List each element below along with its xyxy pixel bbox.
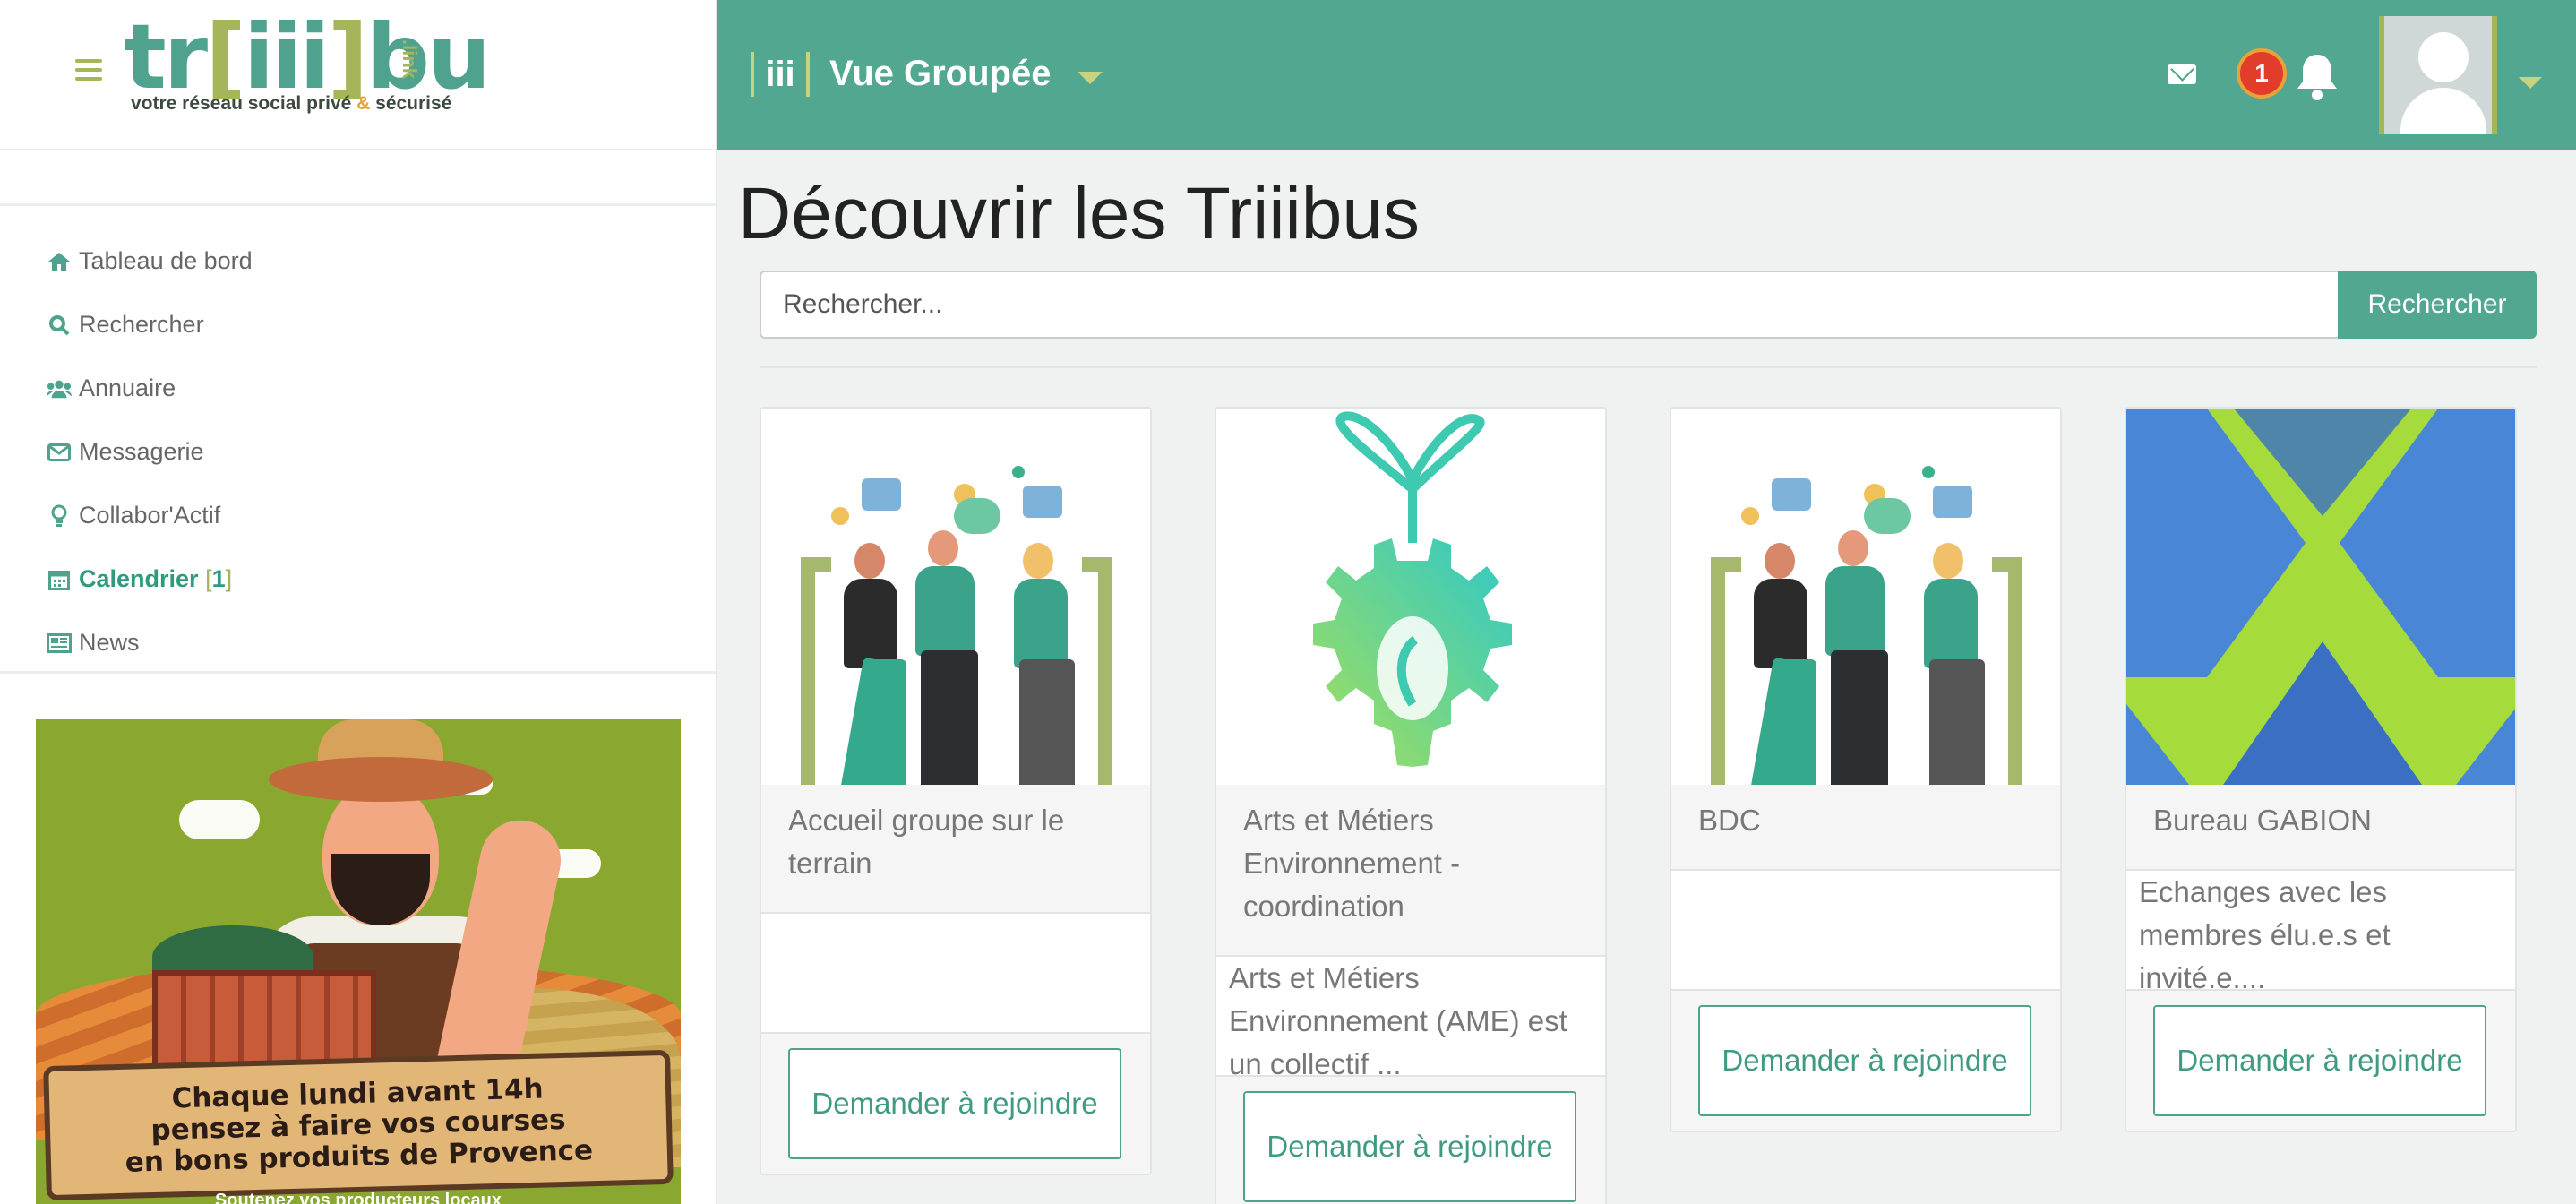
sidebar-item-messagerie[interactable]: Messagerie [0, 420, 716, 484]
sidebar-nav: Tableau de bord Rechercher Annuaire Mess… [0, 206, 716, 674]
search-input[interactable] [760, 271, 2338, 339]
card-description [1671, 871, 2060, 991]
sidebar-item-collaboractif[interactable]: Collabor'Actif [0, 484, 716, 547]
chevron-down-icon[interactable] [2519, 77, 2542, 89]
envelope-icon [47, 440, 72, 465]
group-card[interactable]: BDC Demander à rejoindre [1670, 407, 2062, 1132]
search-button[interactable]: Rechercher [2338, 271, 2537, 339]
sidebar-item-calendrier[interactable]: Calendrier [1] [0, 547, 716, 611]
card-description: Arts et Métiers Environnement (AME) est … [1216, 957, 1605, 1080]
calendar-count: 1 [211, 565, 226, 592]
ad-sign: Chaque lundi avant 14h pensez à faire vo… [43, 1049, 674, 1201]
sidebar-item-rechercher[interactable]: Rechercher [0, 293, 716, 357]
newspaper-icon [47, 631, 72, 656]
sidebar-item-label: News [79, 629, 140, 656]
card-footer: Demander à rejoindre [1216, 1077, 1605, 1204]
home-icon [47, 249, 72, 274]
advertisement-banner[interactable]: Chaque lundi avant 14h pensez à faire vo… [36, 719, 681, 1204]
group-view-selector[interactable]: Vue Groupée [829, 54, 1051, 94]
top-bar: iii Vue Groupée 1 [717, 0, 2576, 150]
logo-suffix: .link [399, 39, 421, 80]
calendar-bracket-close: ] [225, 565, 233, 592]
sprout-gear-logo [1216, 408, 1605, 785]
mail-icon[interactable] [2168, 64, 2196, 84]
sidebar-item-label: Rechercher [79, 311, 204, 338]
search-icon [47, 313, 72, 338]
chevron-down-icon[interactable] [1078, 72, 1103, 84]
group-card[interactable]: Bureau GABION Echanges avec les membres … [2125, 407, 2517, 1132]
cloud-decoration [179, 800, 260, 839]
farmer-hat-brim [269, 757, 493, 802]
logo[interactable]: tr[iii]bu [124, 13, 491, 102]
join-request-button[interactable]: Demander à rejoindre [2153, 1005, 2486, 1116]
notification-badge[interactable]: 1 [2237, 48, 2287, 99]
card-description: Echanges avec les membres élu.e.s et inv… [2126, 871, 2515, 994]
card-footer: Demander à rejoindre [761, 1034, 1150, 1174]
sidebar-item-label: Calendrier [79, 565, 199, 592]
card-description [761, 914, 1150, 1034]
group-card[interactable]: Accueil groupe sur le terrain Demander à… [760, 407, 1152, 1175]
sidebar-spacer [0, 150, 716, 206]
card-title[interactable]: Accueil groupe sur le terrain [761, 785, 1150, 914]
logo-tagline: votre réseau social privé & sécurisé [131, 93, 452, 114]
group-icon: iii [751, 52, 810, 97]
card-title[interactable]: BDC [1671, 785, 2060, 871]
team-illustration [1671, 408, 2060, 785]
team-illustration [761, 408, 1150, 785]
lightbulb-icon [47, 503, 72, 529]
bell-icon[interactable] [2297, 52, 2338, 100]
sidebar-item-label: Collabor'Actif [79, 502, 221, 529]
sidebar-item-label: Messagerie [79, 438, 204, 465]
logo-area: tr[iii]bu .link votre réseau social priv… [0, 0, 716, 150]
sidebar: tr[iii]bu .link votre réseau social priv… [0, 0, 717, 1204]
sidebar-item-news[interactable]: News [0, 611, 716, 675]
card-footer: Demander à rejoindre [1671, 991, 2060, 1131]
ad-footer-text: Soutenez vos producteurs locaux [214, 1191, 502, 1204]
join-request-button[interactable]: Demander à rejoindre [1698, 1005, 2031, 1116]
hamburger-menu-icon[interactable] [75, 59, 102, 81]
sidebar-item-label: Annuaire [79, 374, 176, 401]
card-footer: Demander à rejoindre [2126, 991, 2515, 1131]
join-request-button[interactable]: Demander à rejoindre [788, 1048, 1121, 1159]
sidebar-item-label: Tableau de bord [79, 247, 253, 274]
card-title[interactable]: Arts et Métiers Environnement - coordina… [1216, 785, 1605, 957]
page-title: Découvrir les Triiibus [738, 173, 1420, 254]
card-title[interactable]: Bureau GABION [2126, 785, 2515, 871]
users-icon [47, 376, 72, 401]
calendar-bracket-open: [ [205, 565, 212, 592]
sidebar-item-annuaire[interactable]: Annuaire [0, 357, 716, 420]
gabion-logo [2126, 408, 2515, 785]
avatar[interactable] [2379, 16, 2497, 134]
divider [760, 366, 2537, 368]
group-card[interactable]: Arts et Métiers Environnement - coordina… [1215, 407, 1607, 1204]
sidebar-item-tableau-de-bord[interactable]: Tableau de bord [0, 229, 716, 293]
calendar-icon [47, 567, 72, 592]
join-request-button[interactable]: Demander à rejoindre [1243, 1091, 1576, 1202]
